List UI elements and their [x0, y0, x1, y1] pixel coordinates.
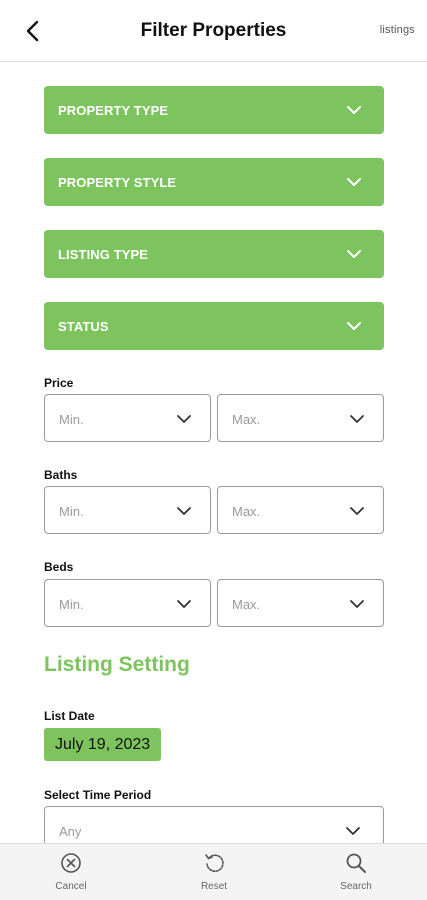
chevron-down-icon: [177, 600, 191, 608]
search-icon: [346, 853, 366, 873]
time-period-label: Select Time Period: [44, 788, 152, 802]
accordion-label: LISTING TYPE: [58, 247, 149, 262]
accordion-label: STATUS: [58, 319, 109, 334]
chevron-down-icon: [347, 178, 361, 186]
search-button[interactable]: Search: [316, 852, 396, 892]
reset-button[interactable]: Reset: [174, 852, 254, 892]
chevron-down-icon: [177, 507, 191, 515]
cancel-circle-icon: [61, 853, 81, 873]
cancel-button[interactable]: Cancel: [31, 852, 111, 892]
bottom-action-bar: Cancel Reset Search: [0, 843, 427, 900]
accordion-label: PROPERTY STYLE: [58, 175, 177, 190]
beds-min-placeholder: Min.: [59, 597, 84, 612]
chevron-down-icon: [350, 415, 364, 423]
baths-max-placeholder: Max.: [232, 504, 261, 519]
list-date-button[interactable]: July 19, 2023: [44, 728, 162, 761]
chevron-down-icon: [350, 600, 364, 608]
reset-label: Reset: [200, 881, 228, 892]
time-period-value: Any: [59, 824, 82, 839]
beds-max-select[interactable]: Max.: [217, 579, 384, 627]
chevron-down-icon: [346, 827, 360, 835]
chevron-down-icon: [350, 507, 364, 515]
time-period-select[interactable]: Any: [44, 806, 384, 843]
price-min-placeholder: Min.: [59, 412, 84, 427]
top-app-bar: Filter Properties listings: [0, 0, 427, 62]
accordion-listing-type[interactable]: LISTING TYPE: [44, 230, 384, 278]
chevron-down-icon: [347, 322, 361, 330]
cancel-label: Cancel: [55, 881, 87, 892]
baths-label: Baths: [44, 468, 78, 482]
beds-label: Beds: [44, 560, 74, 574]
page-title: Filter Properties: [140, 20, 287, 41]
accordion-property-type[interactable]: PROPERTY TYPE: [44, 86, 384, 134]
price-max-placeholder: Max.: [232, 412, 261, 427]
filter-form: PROPERTY TYPE PROPERTY STYLE LISTING TYP…: [0, 62, 427, 843]
list-date-label: List Date: [44, 709, 95, 723]
beds-min-select[interactable]: Min.: [44, 579, 211, 627]
accordion-label: PROPERTY TYPE: [58, 103, 169, 118]
price-label: Price: [44, 376, 74, 390]
baths-min-placeholder: Min.: [59, 504, 84, 519]
accordion-property-style[interactable]: PROPERTY STYLE: [44, 158, 384, 206]
listing-setting-heading: Listing Setting: [44, 653, 190, 676]
baths-min-select[interactable]: Min.: [44, 486, 211, 534]
price-min-select[interactable]: Min.: [44, 394, 211, 442]
accordion-status[interactable]: STATUS: [44, 302, 384, 350]
chevron-down-icon: [177, 415, 191, 423]
brand-logo: listings: [379, 24, 415, 36]
search-label: Search: [340, 881, 372, 892]
reset-icon: [205, 854, 224, 873]
price-max-select[interactable]: Max.: [217, 394, 384, 442]
beds-max-placeholder: Max.: [232, 597, 261, 612]
chevron-down-icon: [347, 250, 361, 258]
chevron-down-icon: [347, 106, 361, 114]
baths-max-select[interactable]: Max.: [217, 486, 384, 534]
